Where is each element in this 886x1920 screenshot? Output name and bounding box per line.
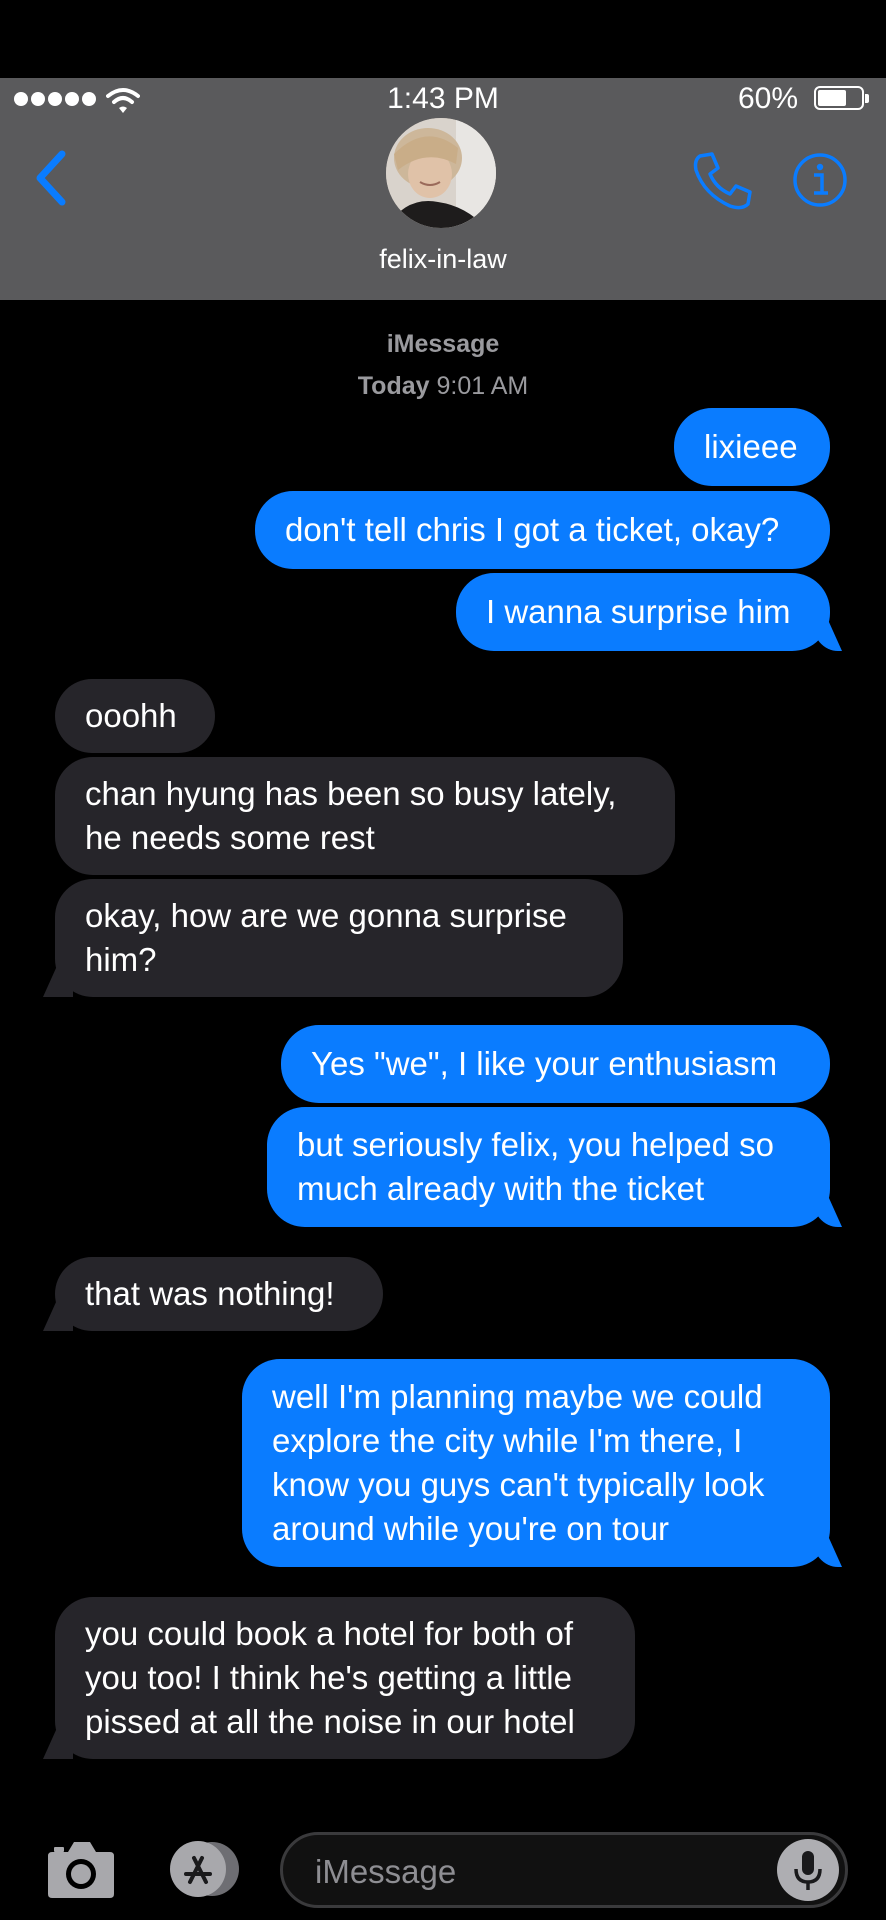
app-store-icon[interactable] [160, 1840, 244, 1898]
message-bubble-sent[interactable]: well I'm planning maybe we could explore… [242, 1359, 830, 1567]
message-text: okay, how are we gonna surprise [85, 897, 567, 934]
message-text: he needs some rest [85, 819, 375, 856]
message-text: I wanna surprise him [486, 593, 791, 630]
message-bubble-received[interactable]: chan hyung has been so busy lately, he n… [55, 757, 675, 875]
message-bubble-sent[interactable]: I wanna surprise him [456, 573, 830, 651]
chevron-left-icon[interactable] [32, 148, 72, 208]
battery-icon [814, 86, 869, 110]
timestamp-day: Today [357, 372, 430, 400]
message-text: lixieee [704, 428, 798, 465]
message-text: much already with the ticket [297, 1170, 705, 1207]
phone-icon[interactable] [690, 150, 754, 214]
message-text: don't tell chris I got a ticket, okay? [285, 511, 780, 548]
camera-icon[interactable] [46, 1838, 116, 1900]
message-text: Yes "we", I like your enthusiasm [311, 1045, 778, 1082]
timestamp-time: 9:01 AM [436, 372, 529, 400]
message-text: chan hyung has been so busy lately, [85, 775, 617, 812]
message-bubble-received[interactable]: ooohh [55, 679, 215, 753]
message-bubble-sent[interactable]: don't tell chris I got a ticket, okay? [255, 491, 830, 569]
message-input[interactable]: iMessage [280, 1832, 848, 1908]
message-bubble-received[interactable]: that was nothing! [55, 1257, 383, 1331]
message-bubble-received[interactable]: you could book a hotel for both of you t… [55, 1597, 635, 1759]
message-bubble-sent[interactable]: but seriously felix, you helped so much … [267, 1107, 830, 1227]
message-text: him? [85, 941, 157, 978]
thread-timestamp: Today 9:01 AM [0, 372, 886, 401]
message-bubble-received[interactable]: okay, how are we gonna surprise him? [55, 879, 623, 997]
message-bubble-sent[interactable]: lixieee [674, 408, 830, 486]
message-text: you could book a hotel for both of [85, 1615, 574, 1652]
battery-percent: 60% [737, 82, 798, 115]
contact-name[interactable]: felix-in-law [0, 244, 886, 275]
message-text: pissed at all the noise in our hotel [85, 1703, 575, 1740]
message-text: well I'm planning maybe we could [272, 1378, 763, 1415]
info-icon[interactable] [792, 152, 848, 208]
message-text: ooohh [85, 697, 177, 734]
message-text: explore the city while I'm there, I [272, 1422, 743, 1459]
message-text: you too! I think he's getting a little [85, 1659, 572, 1696]
message-text: that was nothing! [85, 1275, 335, 1312]
message-input-placeholder: iMessage [315, 1853, 457, 1890]
message-text: around while you're on tour [272, 1510, 670, 1547]
message-text: know you guys can't typically look [272, 1466, 765, 1503]
avatar[interactable] [386, 118, 496, 228]
service-label: iMessage [386, 330, 500, 358]
message-text: but seriously felix, you helped so [297, 1126, 774, 1163]
microphone-icon[interactable] [777, 1839, 839, 1901]
message-bubble-sent[interactable]: Yes "we", I like your enthusiasm [281, 1025, 830, 1103]
